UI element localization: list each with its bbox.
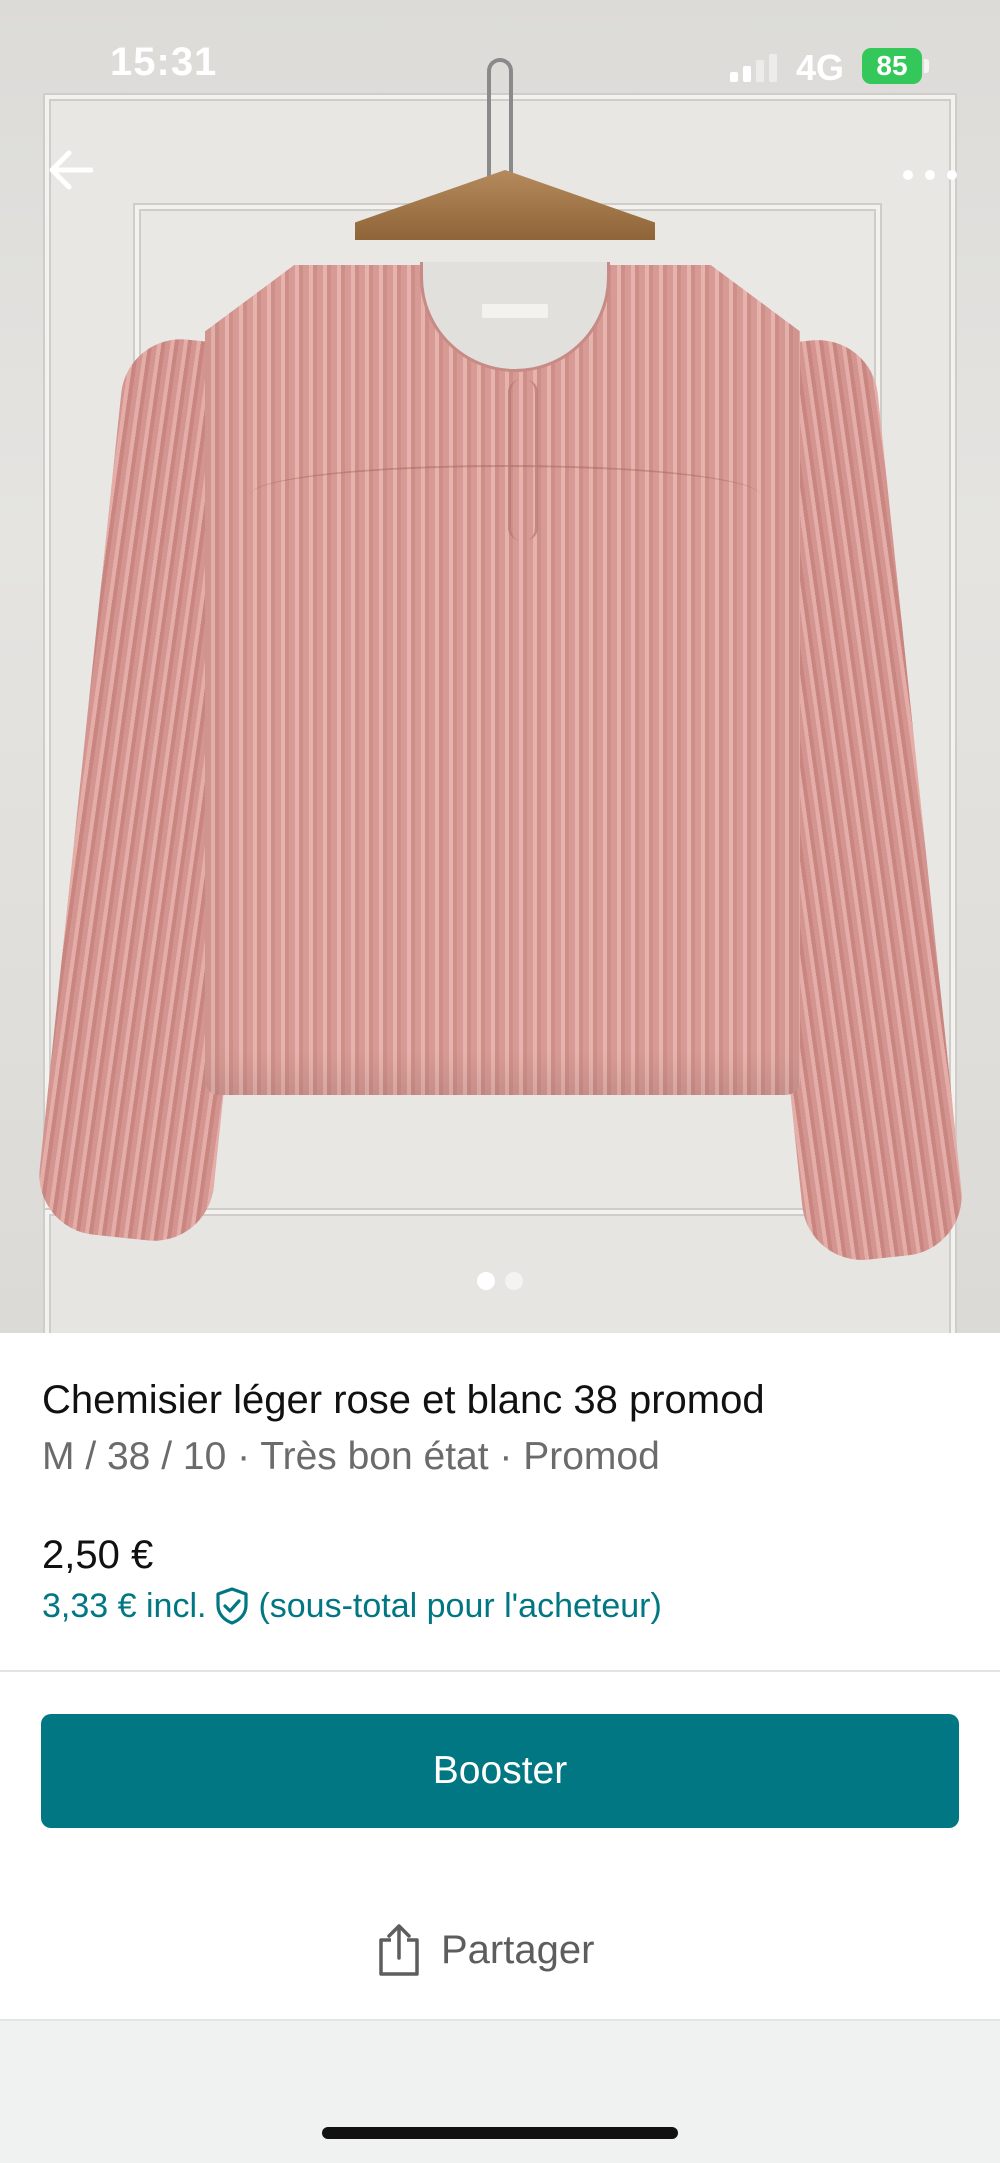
shirt-label [482, 304, 548, 318]
home-indicator[interactable] [322, 2127, 678, 2139]
gallery-dot[interactable] [505, 1272, 523, 1290]
divider [0, 1670, 1000, 1672]
battery-icon: 85 [862, 48, 922, 84]
shield-check-icon [216, 1587, 249, 1625]
price-incl-suffix: (sous-total pour l'acheteur) [258, 1586, 662, 1625]
share-icon [379, 1924, 419, 1976]
network-type: 4G [796, 47, 845, 88]
status-time: 15:31 [110, 40, 218, 84]
booster-button[interactable]: Booster [41, 1714, 959, 1828]
more-horizontal-icon [903, 170, 957, 180]
item-title: Chemisier léger rose et blanc 38 promod [42, 1378, 765, 1422]
battery-level: 85 [876, 50, 908, 81]
share-button[interactable]: Partager [375, 1910, 594, 1990]
shirt-lace [508, 380, 538, 540]
status-bar: 15:31 4G 85 [0, 0, 1000, 130]
buyer-protection-price[interactable]: 3,33 € incl. (sous-total pour l'acheteur… [42, 1586, 662, 1626]
item-photo[interactable] [0, 0, 1000, 1333]
shirt-yoke [250, 465, 760, 525]
gallery-dot-active[interactable] [477, 1272, 495, 1290]
shirt-body [205, 265, 800, 1095]
signal-icon [730, 52, 777, 82]
battery-tip [924, 59, 929, 73]
back-button[interactable] [40, 140, 100, 200]
more-options-button[interactable] [895, 145, 965, 205]
arrow-left-icon [49, 150, 93, 190]
item-price: 2,50 € [42, 1533, 154, 1577]
price-incl-prefix: 3,33 € incl. [42, 1586, 207, 1625]
item-meta: M / 38 / 10 · Très bon état · Promod [42, 1435, 660, 1478]
gallery-pagination [0, 1272, 1000, 1290]
share-label: Partager [441, 1927, 595, 1972]
bottom-area [0, 2021, 1000, 2163]
